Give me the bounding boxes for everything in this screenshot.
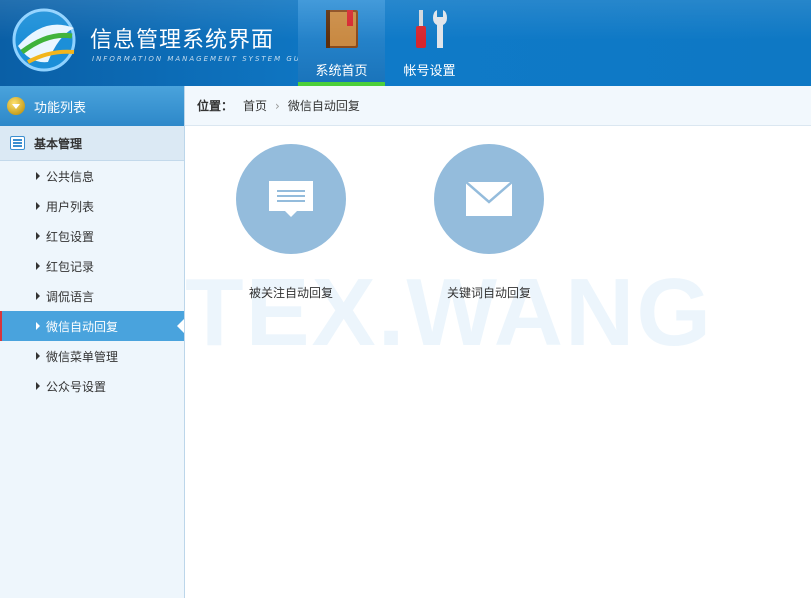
caret-right-icon (36, 202, 40, 210)
header: 信息管理系统界面 INFORMATION MANAGEMENT SYSTEM G… (0, 0, 811, 86)
tile-label: 关键词自动回复 (446, 286, 531, 300)
caret-right-icon (36, 382, 40, 390)
breadcrumb-home[interactable]: 首页 (243, 97, 267, 114)
globe-logo-icon (12, 8, 76, 72)
sidebar-item-label: 公众号设置 (46, 379, 107, 394)
sidebar: 功能列表 基本管理 公共信息 用户列表 红包设置 红包记录 调侃语言 微信自动回… (0, 86, 185, 598)
sidebar-item-wechat-auto-reply[interactable]: 微信自动回复 (0, 311, 184, 341)
sidebar-item-label: 公共信息 (46, 169, 95, 184)
app-title: 信息管理系统界面 (90, 28, 275, 53)
sidebar-item-label: 用户列表 (46, 199, 95, 214)
book-icon (326, 10, 358, 48)
breadcrumb: 位置： 首页 › 微信自动回复 (185, 86, 811, 126)
tile-label: 被关注自动回复 (248, 286, 333, 300)
chevron-down-icon (7, 97, 25, 115)
main-content: TEX.WANG 被关注自动回复 关键词自动回复 (185, 126, 811, 598)
follow-auto-reply-tile[interactable]: 被关注自动回复 (226, 144, 356, 301)
caret-right-icon (36, 352, 40, 360)
tile-disc (236, 144, 346, 254)
tab-account-settings[interactable]: 帐号设置 (386, 0, 473, 86)
caret-right-icon (36, 262, 40, 270)
sidebar-item-public-info[interactable]: 公共信息 (0, 161, 184, 191)
sidebar-header: 功能列表 (0, 86, 184, 126)
sidebar-item-label: 红包设置 (46, 229, 95, 244)
app-subtitle: INFORMATION MANAGEMENT SYSTEM GUI (92, 55, 305, 63)
breadcrumb-current: 微信自动回复 (287, 99, 360, 113)
chevron-right-icon: › (275, 98, 280, 113)
message-icon (269, 181, 313, 217)
tab-label: 帐号设置 (403, 64, 456, 79)
tile-disc (434, 144, 544, 254)
sidebar-item-tease-language[interactable]: 调侃语言 (0, 281, 184, 311)
tools-icon (416, 10, 447, 48)
list-icon (10, 136, 25, 150)
sidebar-item-official-account[interactable]: 公众号设置 (0, 371, 184, 401)
caret-right-icon (36, 232, 40, 240)
sidebar-item-user-list[interactable]: 用户列表 (0, 191, 184, 221)
tab-system-home[interactable]: 系统首页 (298, 0, 385, 86)
caret-right-icon (36, 322, 40, 330)
sidebar-group-basic[interactable]: 基本管理 (0, 126, 184, 161)
sidebar-item-wechat-menu[interactable]: 微信菜单管理 (0, 341, 184, 371)
sidebar-title: 功能列表 (34, 100, 87, 116)
sidebar-item-label: 调侃语言 (46, 289, 95, 304)
sidebar-item-label: 红包记录 (46, 259, 95, 274)
sidebar-group-label: 基本管理 (34, 136, 83, 151)
sidebar-item-label: 微信菜单管理 (46, 349, 119, 364)
breadcrumb-label: 位置： (197, 99, 234, 113)
sidebar-item-red-packet-records[interactable]: 红包记录 (0, 251, 184, 281)
caret-right-icon (36, 292, 40, 300)
tab-label: 系统首页 (315, 64, 368, 79)
keyword-auto-reply-tile[interactable]: 关键词自动回复 (424, 144, 554, 301)
caret-right-icon (36, 172, 40, 180)
envelope-icon (466, 182, 512, 216)
sidebar-item-red-packet-settings[interactable]: 红包设置 (0, 221, 184, 251)
sidebar-item-label: 微信自动回复 (46, 319, 119, 334)
